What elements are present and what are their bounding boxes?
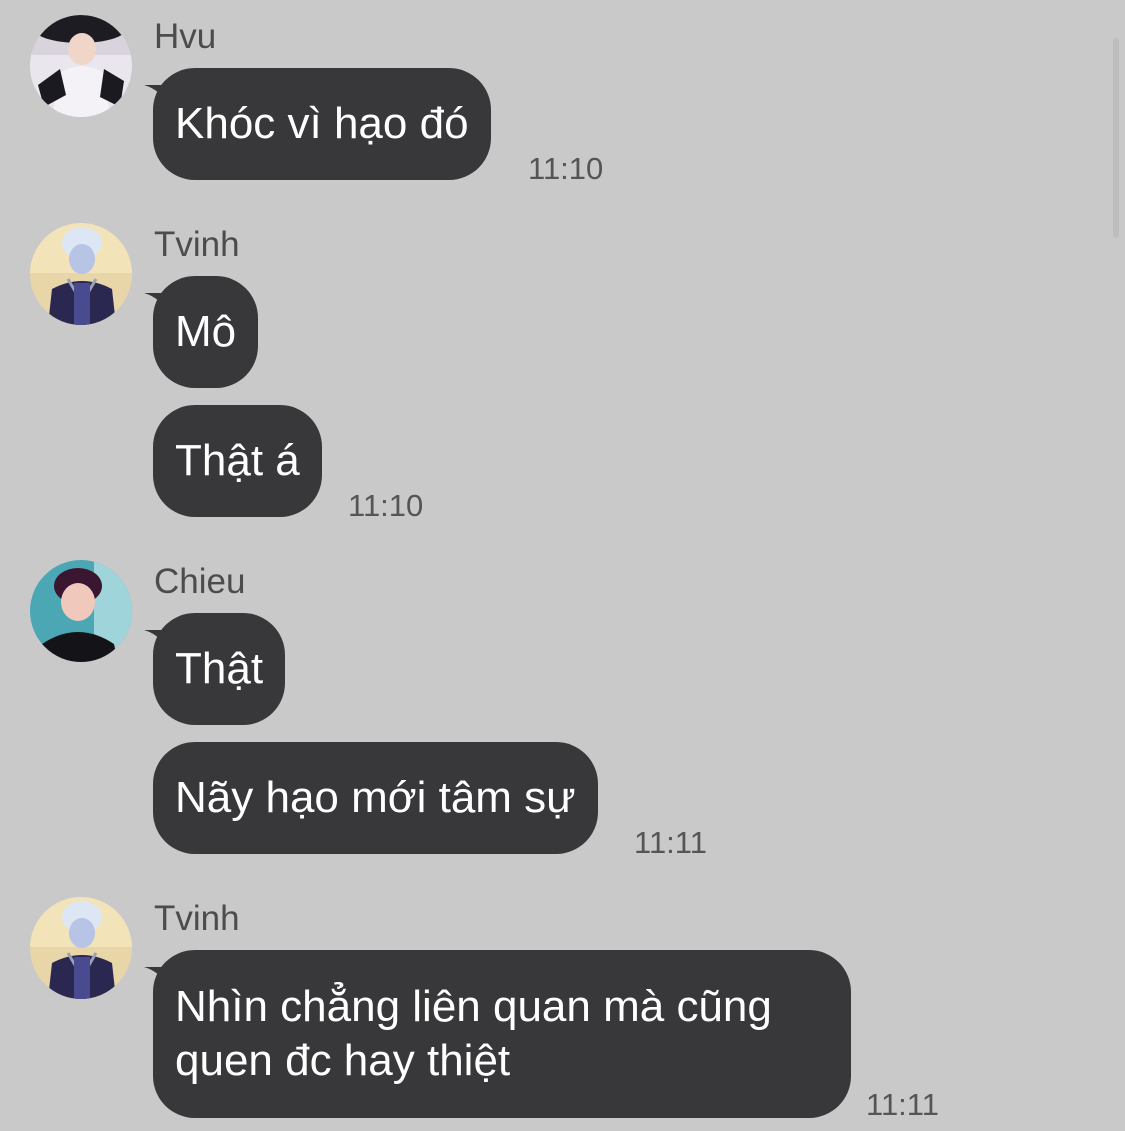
sender-avatar[interactable] [30,15,132,117]
message-text: Nãy hạo mới tâm sự [175,773,576,822]
message-text: Mô [175,307,237,356]
message-group: Tvinh Nhìn chẳng liên quan mà cũng quen … [0,897,1110,1131]
message-bubble[interactable]: Thật á [153,405,322,517]
sender-name: Hvu [154,17,217,56]
scrollbar[interactable] [1113,38,1119,238]
message-bubble[interactable]: Mô [153,276,259,388]
sender-avatar[interactable] [30,223,132,325]
message-text: Nhìn chẳng liên quan mà cũng quen đc hay… [175,982,772,1085]
message-text: Khóc vì hạo đó [175,99,469,148]
message-text: Thật [175,644,264,693]
sender-name: Tvinh [154,899,240,938]
message-group: Tvinh Mô Thật á 11:10 [0,223,1110,523]
sender-name: Chieu [154,562,246,601]
message-timestamp: 11:11 [634,825,707,860]
message-group: Chieu Thật Nãy hạo mới tâm sự 11:11 [0,560,1110,860]
message-group: Hvu Khóc vì hạo đó 11:10 [0,15,1110,195]
message-bubble[interactable]: Nhìn chẳng liên quan mà cũng quen đc hay… [153,950,851,1118]
message-timestamp: 11:10 [348,488,424,523]
message-bubble[interactable]: Thật [153,613,286,725]
message-bubble[interactable]: Khóc vì hạo đó [153,68,491,180]
sender-avatar[interactable] [30,897,132,999]
sender-name: Tvinh [154,225,240,264]
message-timestamp: 11:11 [866,1087,939,1122]
message-text: Thật á [175,436,300,485]
sender-avatar[interactable] [30,560,132,662]
message-timestamp: 11:10 [528,151,604,186]
chat-view[interactable]: Hvu Khóc vì hạo đó 11:10 Tvinh Mô Thật á… [0,0,1125,1131]
message-bubble[interactable]: Nãy hạo mới tâm sự [153,742,598,854]
